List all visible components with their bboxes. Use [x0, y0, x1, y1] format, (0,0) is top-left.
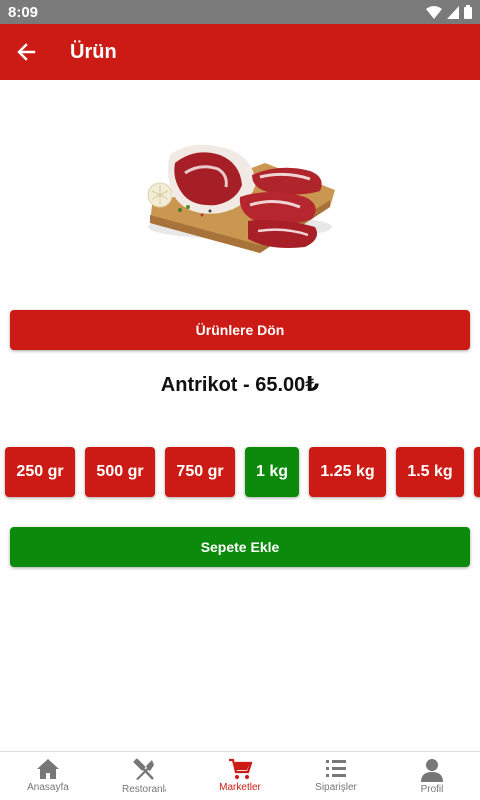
app-bar: Ürün: [0, 24, 480, 80]
nav-item-restaurants[interactable]: Restoranlar: [96, 752, 192, 800]
cart-icon: [229, 758, 252, 779]
utensils-icon: [133, 758, 154, 780]
nav-item-markets[interactable]: Marketler: [192, 752, 288, 800]
list-icon: [326, 760, 346, 777]
product-image: [147, 144, 335, 253]
back-button[interactable]: [0, 24, 54, 80]
weight-option-750gr[interactable]: 750 gr: [165, 447, 235, 497]
weight-option-250gr[interactable]: 250 gr: [5, 447, 75, 497]
nav-item-home[interactable]: Anasayfa: [0, 752, 96, 800]
person-icon: [421, 759, 443, 782]
nav-label-orders: Siparişler: [315, 782, 357, 793]
weight-option-1-5kg[interactable]: 1.5 kg: [396, 447, 464, 497]
nav-label-profile: Profil: [420, 784, 444, 795]
status-time: 8:09: [8, 3, 39, 21]
signal-icon: [447, 5, 459, 19]
nav-item-profile[interactable]: Profil: [384, 752, 480, 800]
weight-option-1-25kg[interactable]: 1.25 kg: [309, 447, 386, 497]
arrow-left-icon: [17, 43, 36, 61]
nav-label-home: Anasayfa: [27, 782, 69, 793]
battery-icon: [464, 5, 472, 19]
weight-options: 250 gr 500 gr 750 gr 1 kg 1.25 kg 1.5 kg: [5, 447, 480, 497]
bottom-navigation: Anasayfa Restoranlar Marketler Siparişle…: [0, 751, 480, 800]
home-icon: [37, 759, 59, 779]
status-icons: [426, 5, 472, 19]
weight-option-500gr[interactable]: 500 gr: [85, 447, 155, 497]
back-to-products-button[interactable]: Ürünlere Dön: [10, 310, 470, 350]
nav-item-orders[interactable]: Siparişler: [288, 752, 384, 800]
page-title: Ürün: [70, 40, 117, 63]
add-to-cart-button[interactable]: Sepete Ekle: [10, 527, 470, 567]
status-bar: 8:09: [0, 0, 480, 24]
wifi-icon: [426, 5, 442, 19]
nav-label-markets: Marketler: [219, 782, 261, 793]
weight-option-more[interactable]: [474, 447, 480, 497]
product-name-price: Antrikot - 65.00₺: [160, 374, 320, 396]
nav-label-restaurants: Restoranlar: [122, 784, 166, 795]
weight-option-1kg[interactable]: 1 kg: [245, 447, 299, 497]
